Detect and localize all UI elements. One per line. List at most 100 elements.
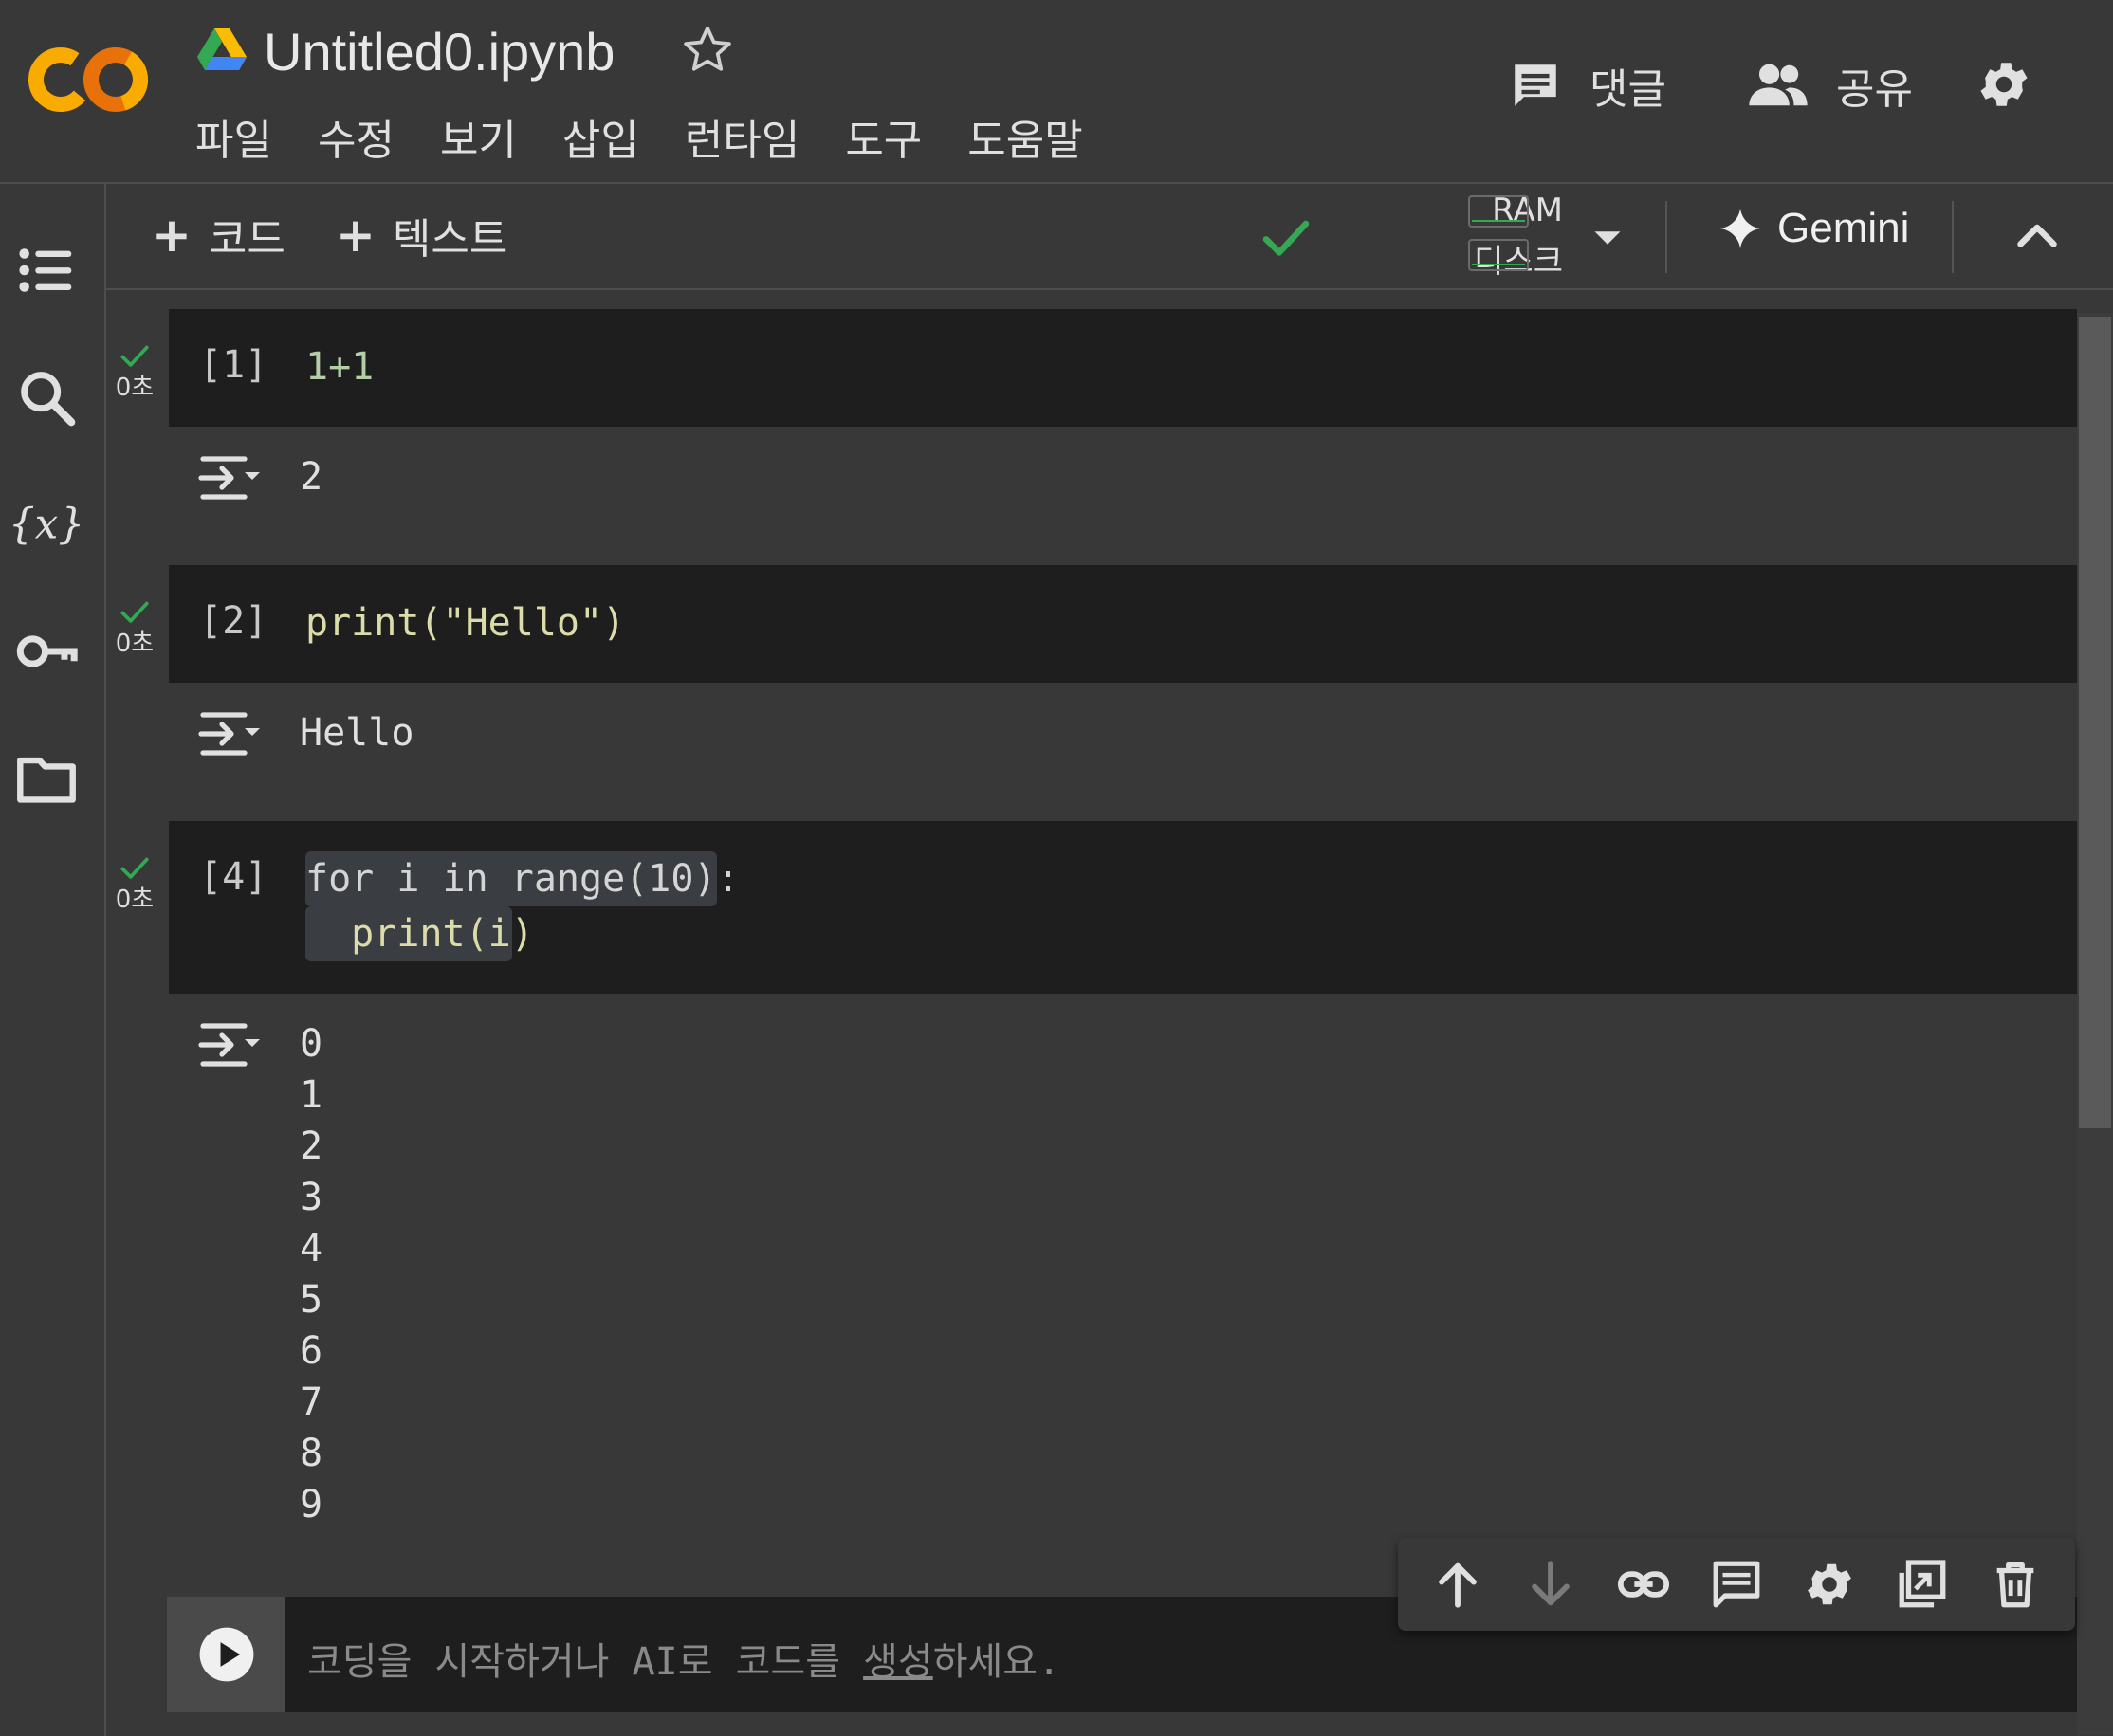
output-toggle-icon[interactable]: [197, 707, 262, 760]
output-toggle-icon[interactable]: [197, 451, 262, 504]
check-icon: [120, 345, 149, 367]
mirror-cell-icon[interactable]: [1895, 1557, 1950, 1612]
code-placeholder[interactable]: 코딩을 시작하거나 AI로 코드를 생성하세요.: [307, 1631, 1060, 1686]
scrollbar-thumb[interactable]: [2079, 317, 2111, 1128]
output-toggle-icon[interactable]: [197, 1018, 262, 1071]
output-line: 8: [300, 1432, 323, 1475]
cell-toolbar: [1398, 1538, 2075, 1631]
output-line: 5: [300, 1278, 323, 1322]
check-icon: [120, 601, 149, 623]
cell-output: Hello: [169, 683, 2077, 821]
comment-button[interactable]: 댓글: [1508, 55, 1666, 116]
code-line[interactable]: print(i): [305, 912, 534, 956]
execution-time: 0초: [115, 374, 155, 402]
run-icon[interactable]: [197, 1625, 256, 1684]
notebook-area: 0초 [1] 1+1 2 0초 [2] print("Hello") Hello…: [106, 290, 2113, 1736]
output-line: 6: [300, 1329, 323, 1373]
output-line: 2: [300, 1124, 323, 1168]
google-drive-icon[interactable]: [197, 28, 247, 70]
ram-usage-bar[interactable]: [1468, 195, 1529, 228]
code-cell[interactable]: 0초 [2] print("Hello") Hello: [116, 565, 2077, 821]
check-icon: [120, 857, 149, 879]
header: Untitled0.ipynb 파일 수정 보기 삽입 런타임 도구 도움말 댓…: [0, 0, 2113, 184]
menu-file[interactable]: 파일: [195, 106, 272, 167]
check-icon[interactable]: [1258, 210, 1314, 264]
star-icon[interactable]: [681, 23, 734, 76]
output-line: 3: [300, 1176, 323, 1219]
disk-usage-bar[interactable]: [1468, 239, 1529, 271]
menu-tools[interactable]: 도구: [845, 106, 922, 167]
notebook-toolbar: + 코드 + 텍스트 RAM 디스크 Gemini: [106, 184, 2113, 290]
output-line: 4: [300, 1227, 323, 1270]
comment-icon: [1515, 64, 1556, 106]
left-sidebar: {x}: [0, 184, 106, 1736]
notebook-title[interactable]: Untitled0.ipynb: [264, 21, 615, 82]
share-label: 공유: [1836, 65, 1913, 114]
cell-input[interactable]: [2] print("Hello"): [169, 565, 2077, 683]
gemini-label: Gemini: [1777, 205, 1910, 251]
gemini-button[interactable]: Gemini: [1718, 205, 1909, 252]
menu-view[interactable]: 보기: [440, 106, 517, 167]
disk-label: 디스크: [1474, 243, 1563, 281]
plus-icon: +: [336, 208, 376, 263]
generate-link[interactable]: 생성: [863, 1640, 933, 1684]
link-icon[interactable]: [1616, 1557, 1671, 1612]
divider: [1665, 201, 1667, 273]
sparkle-icon: [1719, 208, 1761, 249]
cell-output: 0 1 2 3 4 5 6 7 8 9: [169, 994, 2077, 1526]
delete-icon[interactable]: [1988, 1557, 2043, 1612]
output-line: 0: [300, 1022, 323, 1066]
code-cell[interactable]: 0초 [1] 1+1 2: [116, 309, 2077, 565]
comment-label: 댓글: [1589, 65, 1666, 114]
comment-icon[interactable]: [1709, 1557, 1764, 1612]
menu-runtime[interactable]: 런타임: [685, 106, 799, 167]
execution-count: [1]: [199, 343, 268, 387]
output-line: 1: [300, 1073, 323, 1117]
output-line: 9: [300, 1483, 323, 1526]
cell-output: 2: [169, 427, 2077, 565]
placeholder-text: 코딩을 시작하거나 AI로 코드를: [307, 1640, 864, 1684]
add-code-button[interactable]: + 코드: [152, 205, 285, 265]
svg-text:{x}: {x}: [13, 501, 80, 549]
output-text: Hello: [300, 711, 414, 755]
output-line: 7: [300, 1380, 323, 1424]
menu-bar: 파일 수정 보기 삽입 런타임 도구 도움말: [195, 106, 1129, 167]
divider: [1952, 201, 1954, 273]
chevron-down-icon[interactable]: [1582, 212, 1633, 264]
gear-icon[interactable]: [1802, 1557, 1857, 1612]
menu-insert[interactable]: 삽입: [562, 106, 639, 167]
execution-status: 0초: [106, 339, 163, 403]
code-line[interactable]: 1+1: [305, 345, 374, 389]
menu-help[interactable]: 도움말: [967, 106, 1082, 167]
plus-icon: +: [152, 208, 192, 263]
add-text-label: 텍스트: [392, 215, 508, 264]
gear-icon[interactable]: [1975, 55, 2033, 114]
code-line[interactable]: print("Hello"): [305, 601, 625, 645]
variables-icon[interactable]: {x}: [13, 491, 80, 557]
chevron-up-icon[interactable]: [2009, 209, 2066, 265]
people-icon: [1749, 64, 1808, 106]
arrow-down-icon[interactable]: [1523, 1557, 1578, 1612]
cell-input[interactable]: [1] 1+1: [169, 309, 2077, 427]
colab-logo[interactable]: [27, 40, 150, 119]
execution-count: [4]: [199, 855, 268, 899]
execution-count: [2]: [199, 599, 268, 643]
placeholder-text: 하세요.: [932, 1640, 1061, 1684]
search-icon[interactable]: [13, 364, 80, 430]
share-button[interactable]: 공유: [1747, 55, 1913, 116]
folder-icon[interactable]: [13, 745, 80, 812]
execution-status: 0초: [106, 595, 163, 659]
table-of-contents-icon[interactable]: [13, 237, 80, 303]
execution-status: 0초: [106, 851, 163, 915]
add-code-label: 코드: [208, 215, 285, 264]
cell-input[interactable]: [4] for i in range(10): print(i): [169, 821, 2077, 994]
arrow-up-icon[interactable]: [1430, 1557, 1485, 1612]
key-icon[interactable]: [13, 618, 80, 685]
menu-edit[interactable]: 수정: [318, 106, 395, 167]
ram-label: RAM: [1492, 192, 1563, 229]
code-line[interactable]: for i in range(10):: [305, 857, 740, 901]
output-text: 2: [300, 455, 323, 499]
code-cell[interactable]: 0초 [4] for i in range(10): print(i) 0 1 …: [116, 821, 2077, 1526]
execution-time: 0초: [115, 630, 155, 658]
add-text-button[interactable]: + 텍스트: [336, 205, 507, 265]
